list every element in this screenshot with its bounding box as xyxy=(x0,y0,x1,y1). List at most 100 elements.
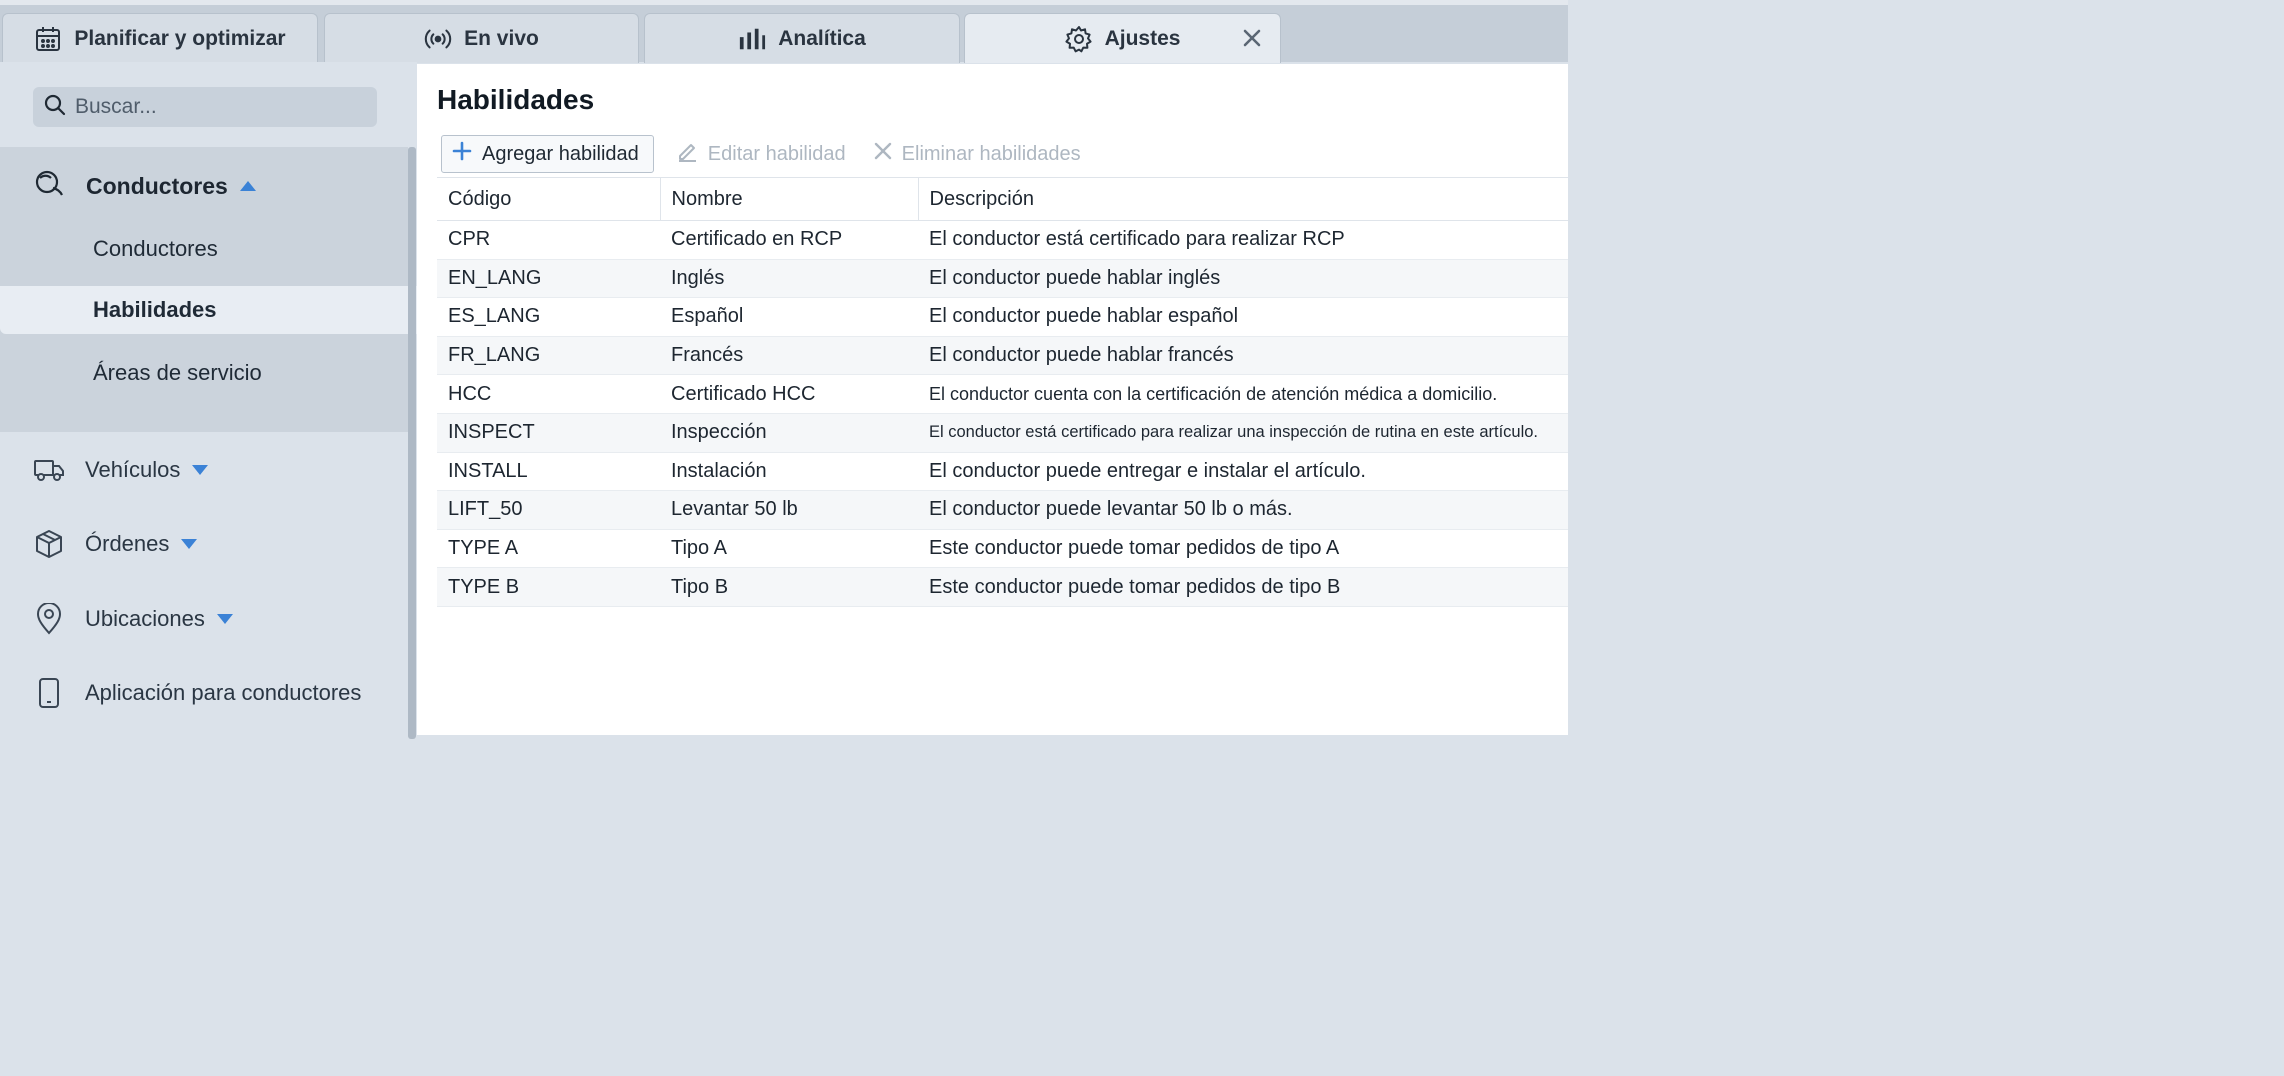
table-row[interactable]: INSTALL Instalación El conductor puede e… xyxy=(437,452,1568,492)
cell-name: Certificado HCC xyxy=(660,374,918,414)
column-header-descripcion[interactable]: Descripción xyxy=(917,177,1568,221)
table-row[interactable]: INSPECT Inspección El conductor está cer… xyxy=(437,413,1568,453)
cell-description: El conductor puede entregar e instalar e… xyxy=(918,452,1568,492)
cell-name: Levantar 50 lb xyxy=(660,490,918,530)
table-row[interactable]: EN_LANG Inglés El conductor puede hablar… xyxy=(437,259,1568,299)
cell-code: INSTALL xyxy=(437,452,660,492)
cell-code: TYPE B xyxy=(437,567,660,607)
search-icon xyxy=(43,93,67,122)
app-window: Planificar y optimizar En vivo Analítica xyxy=(0,0,1568,739)
tab-planificar[interactable]: Planificar y optimizar xyxy=(2,13,318,63)
sidebar: Conductores Conductores Habilidades Área… xyxy=(0,62,417,739)
cell-name: Inspección xyxy=(660,413,918,453)
sidebar-item-habilidades[interactable]: Habilidades xyxy=(0,286,417,334)
search-input[interactable] xyxy=(75,95,365,119)
delete-skills-button[interactable]: Eliminar habilidades xyxy=(868,135,1087,173)
table-row[interactable]: TYPE B Tipo B Este conductor puede tomar… xyxy=(437,567,1568,607)
pencil-icon xyxy=(676,140,698,168)
cell-name: Tipo B xyxy=(660,567,918,607)
edit-skill-button[interactable]: Editar habilidad xyxy=(670,135,852,173)
gear-icon xyxy=(1064,25,1093,53)
drivers-group-header[interactable]: Conductores xyxy=(0,147,408,225)
cell-description: El conductor está certificado para reali… xyxy=(918,413,1568,453)
tab-label: Analítica xyxy=(778,26,866,50)
close-tab-icon[interactable] xyxy=(1240,26,1264,50)
calendar-icon xyxy=(34,25,62,53)
delete-skills-label: Eliminar habilidades xyxy=(901,142,1081,165)
cell-code: EN_LANG xyxy=(437,259,660,299)
cell-name: Certificado en RCP xyxy=(660,220,918,260)
tab-bar: Planificar y optimizar En vivo Analítica xyxy=(0,0,1568,63)
plus-icon xyxy=(452,141,472,167)
table-row[interactable]: HCC Certificado HCC El conductor cuenta … xyxy=(437,374,1568,414)
caret-down-icon xyxy=(216,614,233,624)
drivers-icon xyxy=(34,169,66,204)
close-icon xyxy=(874,142,892,166)
nav-label: Vehículos xyxy=(85,457,181,482)
edit-skill-label: Editar habilidad xyxy=(707,142,846,165)
page-title: Habilidades xyxy=(437,84,595,115)
location-pin-icon xyxy=(33,603,65,635)
caret-up-icon xyxy=(239,181,256,191)
cell-description: El conductor puede hablar francés xyxy=(918,336,1568,376)
main-panel: Habilidades Agregar habilidad Editar hab… xyxy=(417,64,1568,735)
caret-down-icon xyxy=(181,539,198,549)
sidebar-item-conductores[interactable]: Conductores xyxy=(0,225,408,273)
table-row[interactable]: CPR Certificado en RCP El conductor está… xyxy=(437,220,1568,260)
cell-code: ES_LANG xyxy=(437,297,660,337)
add-skill-button[interactable]: Agregar habilidad xyxy=(441,135,654,173)
column-header-nombre[interactable]: Nombre xyxy=(659,177,918,221)
tab-label: Planificar y optimizar xyxy=(74,26,286,50)
tab-analitica[interactable]: Analítica xyxy=(644,13,960,63)
cell-description: El conductor puede hablar español xyxy=(918,297,1568,337)
broadcast-icon xyxy=(424,25,452,53)
cell-description: El conductor puede levantar 50 lb o más. xyxy=(918,490,1568,530)
cell-name: Francés xyxy=(660,336,918,376)
table-header-row: Código Nombre Descripción xyxy=(437,177,1568,221)
sidebar-item-ubicaciones[interactable]: Ubicaciones xyxy=(0,591,408,647)
sidebar-item-vehiculos[interactable]: Vehículos xyxy=(0,442,408,498)
box-icon xyxy=(33,528,65,560)
cell-code: HCC xyxy=(437,374,660,414)
cell-code: LIFT_50 xyxy=(437,490,660,530)
truck-icon xyxy=(33,454,65,486)
tab-en-vivo[interactable]: En vivo xyxy=(324,13,639,63)
nav-label: Aplicación para conductores xyxy=(85,680,362,705)
cell-name: Instalación xyxy=(660,452,918,492)
sidebar-item-areas-servicio[interactable]: Áreas de servicio xyxy=(0,349,408,397)
sidebar-item-ordenes[interactable]: Órdenes xyxy=(0,516,408,572)
cell-code: TYPE A xyxy=(437,529,660,569)
cell-name: Tipo A xyxy=(660,529,918,569)
bar-chart-icon xyxy=(738,25,766,53)
cell-code: INSPECT xyxy=(437,413,660,453)
cell-name: Inglés xyxy=(660,259,918,299)
cell-code: FR_LANG xyxy=(437,336,660,376)
add-skill-label: Agregar habilidad xyxy=(482,142,639,165)
cell-description: El conductor está certificado para reali… xyxy=(918,220,1568,260)
caret-down-icon xyxy=(192,465,209,475)
cell-description: Este conductor puede tomar pedidos de ti… xyxy=(918,567,1568,607)
cell-description: El conductor cuenta con la certificación… xyxy=(918,374,1568,414)
tab-ajustes[interactable]: Ajustes xyxy=(964,13,1281,63)
cell-code: CPR xyxy=(437,220,660,260)
toolbar: Agregar habilidad Editar habilidad Elimi… xyxy=(441,135,1087,173)
tab-label: En vivo xyxy=(464,26,539,50)
phone-icon xyxy=(33,677,65,709)
table-row[interactable]: ES_LANG Español El conductor puede habla… xyxy=(437,297,1568,337)
column-header-codigo[interactable]: Código xyxy=(437,177,660,221)
table-row[interactable]: LIFT_50 Levantar 50 lb El conductor pued… xyxy=(437,490,1568,530)
sidebar-item-app-conductores[interactable]: Aplicación para conductores xyxy=(0,665,408,721)
table-row[interactable]: FR_LANG Francés El conductor puede habla… xyxy=(437,336,1568,376)
cell-description: El conductor puede hablar inglés xyxy=(918,259,1568,299)
tab-label: Ajustes xyxy=(1104,26,1181,50)
search-box[interactable] xyxy=(33,87,377,127)
cell-description: Este conductor puede tomar pedidos de ti… xyxy=(918,529,1568,569)
drivers-group: Conductores Conductores Habilidades Área… xyxy=(0,147,417,432)
cell-name: Español xyxy=(660,297,918,337)
drivers-group-label: Conductores xyxy=(86,172,228,199)
nav-label: Órdenes xyxy=(85,531,170,556)
sidebar-scrollbar[interactable] xyxy=(408,147,416,739)
table-row[interactable]: TYPE A Tipo A Este conductor puede tomar… xyxy=(437,529,1568,569)
nav-label: Ubicaciones xyxy=(85,606,205,631)
skills-table: Código Nombre Descripción CPR Certificad… xyxy=(437,177,1568,607)
